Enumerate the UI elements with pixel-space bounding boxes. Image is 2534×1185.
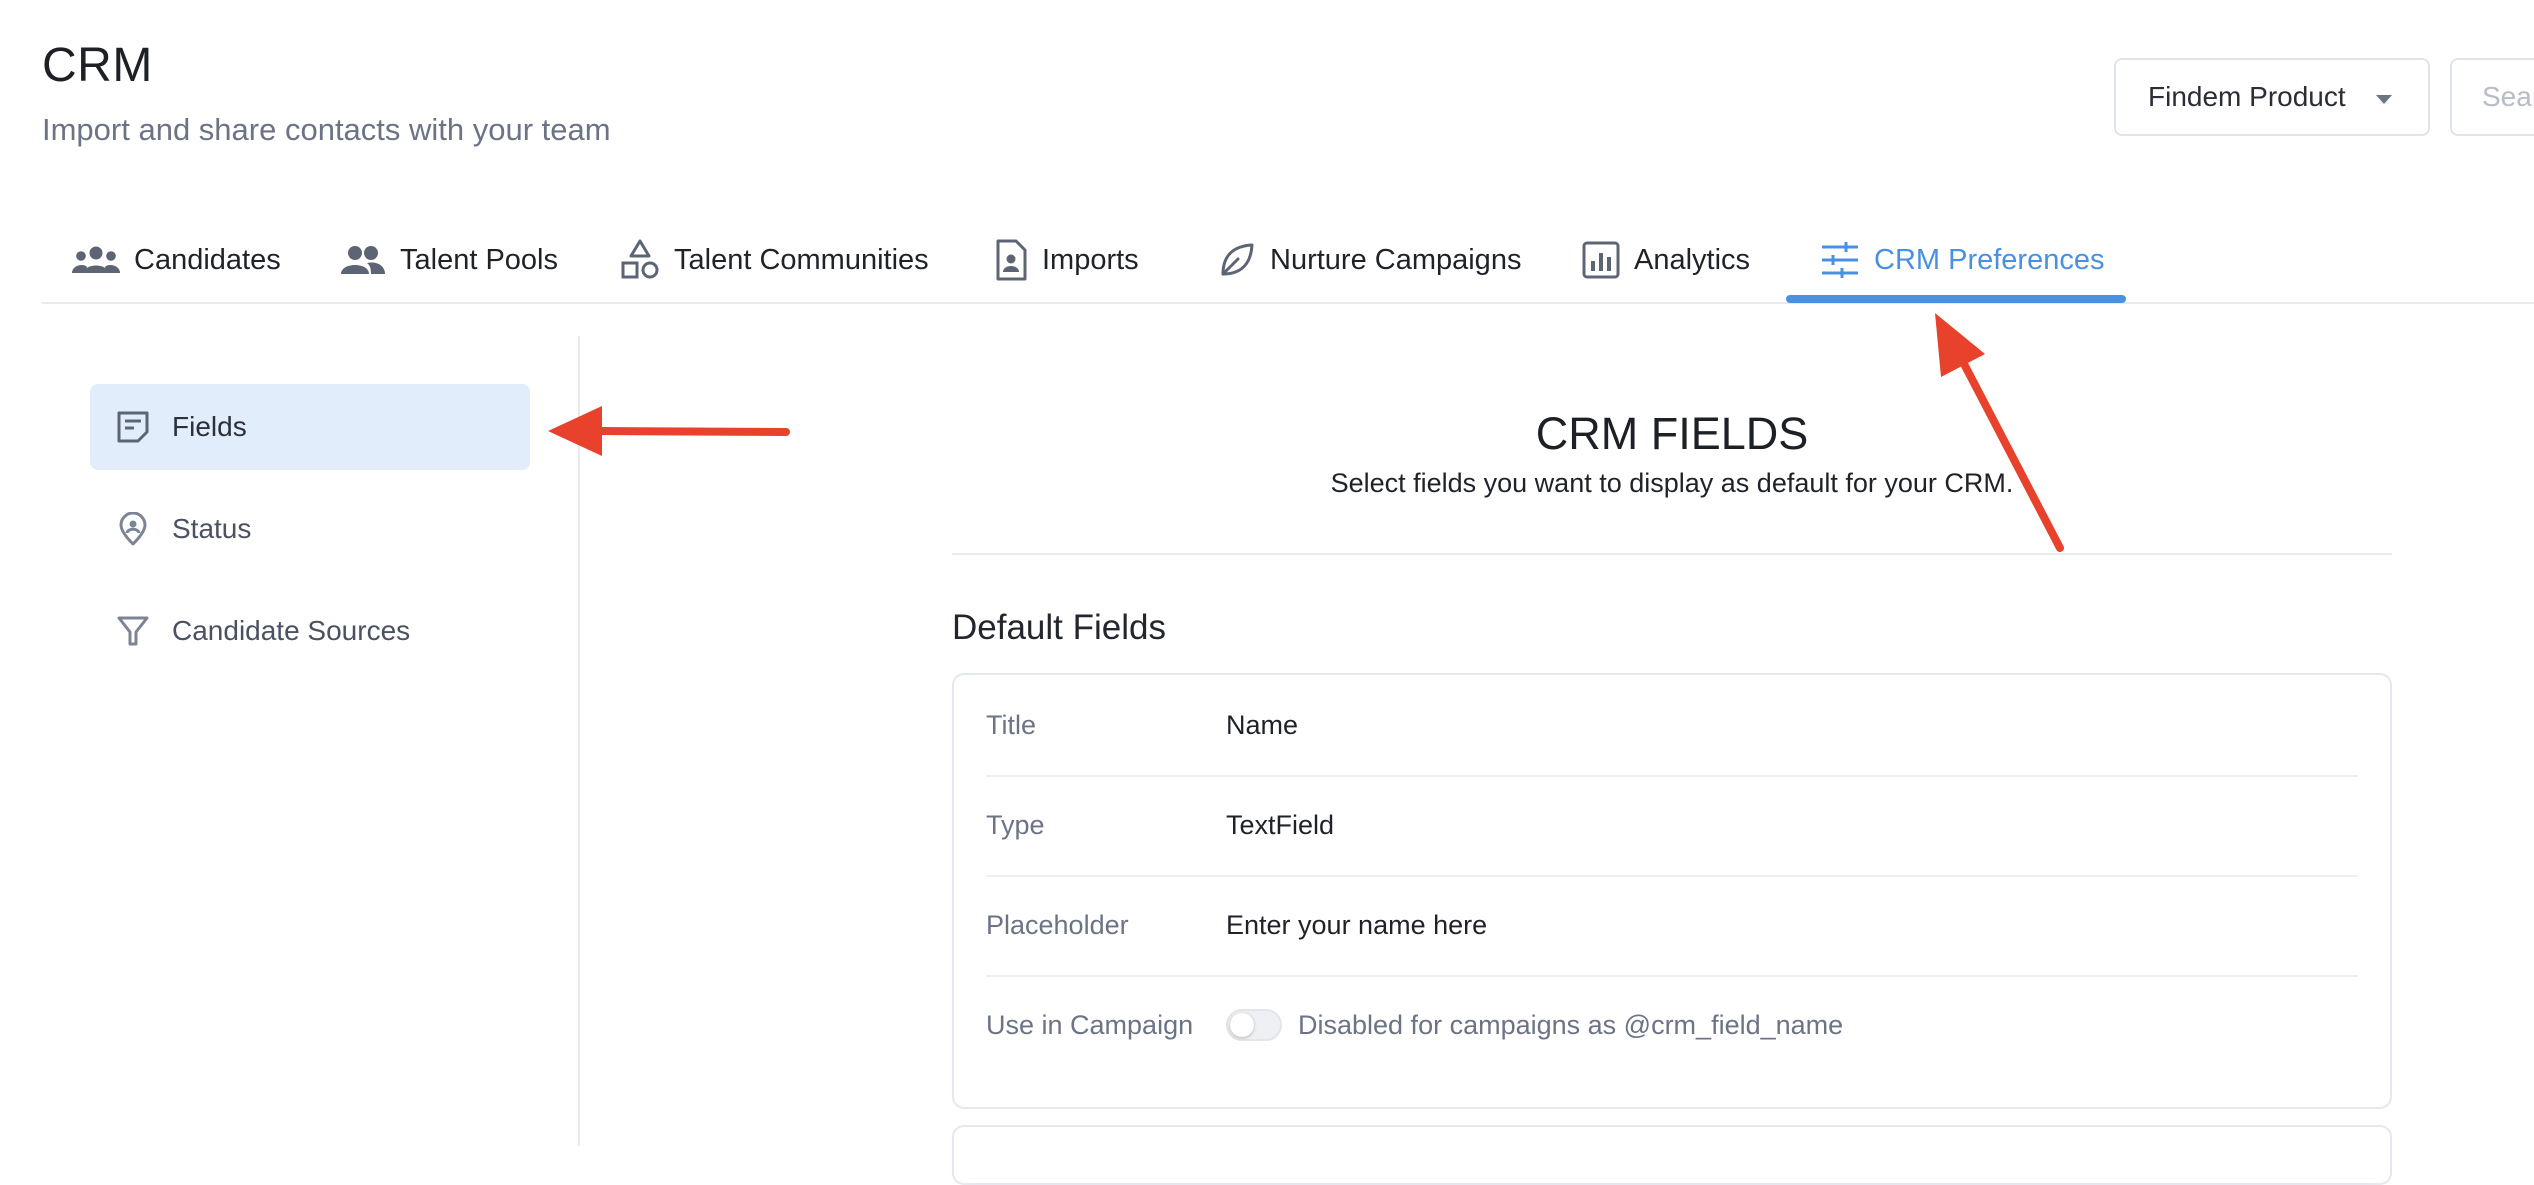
sidebar-item-fields[interactable]: Fields: [90, 384, 530, 470]
field-row-type: Type TextField: [986, 775, 2358, 877]
tab-crm-preferences[interactable]: CRM Preferences: [1820, 220, 2104, 300]
field-row-placeholder: Placeholder Enter your name here: [986, 875, 2358, 977]
field-value: Name: [1226, 710, 1299, 740]
tab-talent-pools[interactable]: Talent Pools: [340, 220, 558, 300]
field-key: Title: [986, 710, 1037, 740]
tab-nurture-campaigns[interactable]: Nurture Campaigns: [1218, 220, 1521, 300]
tab-analytics[interactable]: Analytics: [1582, 220, 1750, 300]
divider: [952, 553, 2392, 555]
annotation-arrow-left: [548, 406, 790, 456]
tab-imports[interactable]: Imports: [994, 220, 1139, 300]
active-tab-indicator: [1786, 295, 2126, 303]
sidebar-item-label: Candidate Sources: [172, 615, 411, 646]
tab-label: Talent Pools: [400, 243, 558, 276]
sidebar-item-label: Fields: [172, 411, 247, 442]
section-heading: CRM FIELDS: [1535, 408, 1809, 459]
tab-label: Nurture Campaigns: [1270, 243, 1522, 276]
leaf-icon: [1221, 243, 1254, 276]
workspace-select[interactable]: Findem Product: [2114, 58, 2430, 136]
caret-down-icon: [2376, 95, 2392, 104]
sidebar-divider: [578, 336, 580, 1146]
sidebar-item-label: Status: [172, 513, 252, 544]
tab-bar: Candidates Talent Pools Talent Communiti…: [42, 220, 2534, 304]
use-in-campaign-toggle[interactable]: [1226, 1009, 1282, 1041]
field-row-title: Title Name: [986, 675, 2358, 777]
field-value: TextField: [1226, 810, 1335, 840]
search-input[interactable]: [2450, 58, 2534, 136]
page-subtitle: Import and share contacts with your team: [42, 112, 611, 147]
page-title: CRM: [42, 39, 153, 92]
field-key: Use in Campaign: [986, 1010, 1194, 1040]
tab-label: CRM Preferences: [1874, 243, 2105, 276]
field-card-next: [952, 1125, 2392, 1185]
sidebar-item-status[interactable]: Status: [90, 486, 530, 572]
field-key: Placeholder: [986, 910, 1129, 940]
default-fields-heading: Default Fields: [952, 608, 1166, 647]
tab-label: Imports: [1042, 243, 1139, 276]
map-pin-icon: [119, 512, 147, 546]
sliders-icon: [1822, 242, 1858, 278]
tab-label: Analytics: [1634, 243, 1751, 276]
tab-label: Talent Communities: [674, 243, 929, 276]
file-user-icon: [996, 239, 1027, 281]
note-icon: [117, 411, 149, 443]
tab-label: Candidates: [134, 243, 281, 276]
section-description: Select fields you want to display as def…: [1330, 468, 2014, 498]
field-row-use-in-campaign: Use in Campaign Disabled for campaigns a…: [986, 975, 2358, 1075]
tab-candidates[interactable]: Candidates: [72, 220, 281, 300]
sidebar-item-candidate-sources[interactable]: Candidate Sources: [90, 588, 530, 674]
field-value: Enter your name here: [1226, 910, 1488, 940]
toggle-knob: [1230, 1013, 1254, 1037]
toggle-description: Disabled for campaigns as @crm_field_nam…: [1298, 1010, 1844, 1040]
workspace-select-label: Findem Product: [2148, 81, 2346, 112]
users-icon: [341, 246, 385, 274]
bar-chart-icon: [1582, 241, 1620, 279]
filter-icon: [117, 616, 149, 646]
field-card: Title Name Type TextField Placeholder En…: [952, 673, 2392, 1109]
tab-talent-communities[interactable]: Talent Communities: [620, 220, 929, 300]
shapes-icon: [621, 239, 659, 279]
field-key: Type: [986, 810, 1045, 840]
users-group-icon: [72, 246, 120, 273]
